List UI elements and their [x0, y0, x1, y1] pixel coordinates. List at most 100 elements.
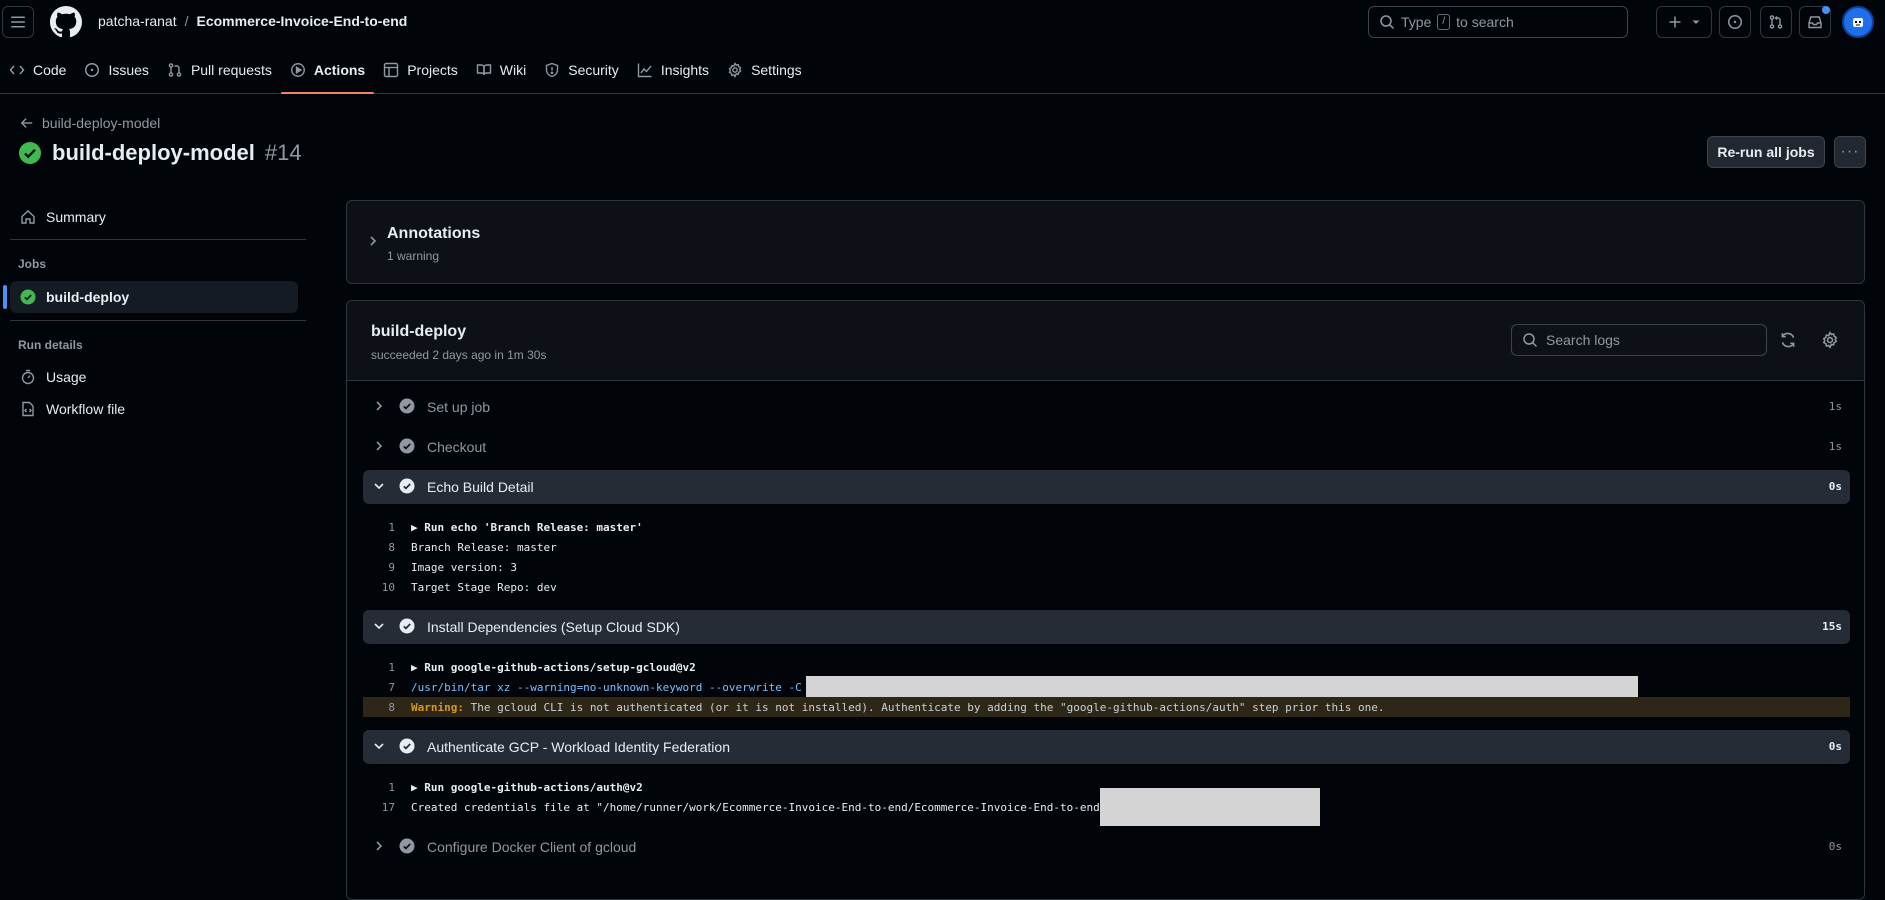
- check-circle-fill-icon: [399, 438, 415, 454]
- step-echo-build-detail[interactable]: Echo Build Detail 0s: [363, 470, 1850, 504]
- line-number: 1: [388, 660, 395, 674]
- warning-label: Warning:: [411, 700, 464, 714]
- sync-icon: [1781, 332, 1795, 348]
- log-text: Image version: 3: [411, 560, 517, 574]
- run-details-heading: Run details: [18, 338, 83, 352]
- plus-icon: [1669, 16, 1681, 28]
- menu-button[interactable]: [2, 6, 34, 38]
- global-header: patcha-ranat / Ecommerce-Invoice-End-to-…: [0, 0, 1885, 94]
- log-line[interactable]: 1 ▶ Run echo 'Branch Release: master': [363, 517, 1850, 537]
- triangle-down-icon: [1692, 20, 1700, 24]
- book-icon: [476, 64, 491, 76]
- step-set-up-job[interactable]: Set up job 1s: [363, 390, 1850, 424]
- code-icon: [9, 65, 25, 75]
- log-text: Branch Release: master: [411, 540, 557, 554]
- sidebar-item-build-deploy[interactable]: build-deploy: [3, 281, 298, 313]
- repo-name-link[interactable]: Ecommerce-Invoice-End-to-end: [197, 13, 408, 29]
- repo-nav: Code Issues Pull requests Actions Projec…: [0, 52, 811, 94]
- tab-pull-requests[interactable]: Pull requests: [158, 52, 281, 88]
- chevron-down-icon: [374, 743, 384, 750]
- log-settings-button[interactable]: [1821, 331, 1839, 349]
- log-text: ▶ Run google-github-actions/setup-gcloud…: [411, 660, 696, 674]
- back-to-workflow-link[interactable]: build-deploy-model: [20, 115, 160, 131]
- create-new-button[interactable]: [1656, 6, 1712, 38]
- annotations-title: Annotations: [387, 225, 481, 242]
- table-icon: [384, 62, 399, 78]
- sidebar-item-usage[interactable]: Usage: [10, 361, 298, 393]
- check-circle-fill-icon: [399, 478, 415, 494]
- refresh-button[interactable]: [1779, 331, 1797, 349]
- log-text: The gcloud CLI is not authenticated (or …: [463, 700, 1385, 714]
- pull-requests-button[interactable]: [1760, 6, 1792, 38]
- step-duration: 15s: [1822, 620, 1842, 633]
- tab-insights[interactable]: Insights: [628, 52, 718, 88]
- annotations-count: 1 warning: [387, 249, 440, 263]
- line-number: 1: [388, 780, 395, 794]
- global-search-input[interactable]: Type / to search: [1368, 6, 1628, 38]
- shield-icon: [546, 62, 559, 78]
- rerun-all-jobs-button[interactable]: Re-run all jobs: [1707, 136, 1825, 168]
- tab-security[interactable]: Security: [535, 52, 628, 88]
- tab-code-label: Code: [33, 62, 67, 78]
- search-icon: [1523, 333, 1538, 348]
- log-line-warning: 8 Warning: The gcloud CLI is not authent…: [363, 697, 1850, 717]
- search-logs-input[interactable]: Search logs: [1511, 324, 1767, 356]
- issue-opened-icon: [1728, 15, 1742, 29]
- github-mark-icon: [50, 6, 82, 38]
- line-number: 7: [388, 680, 395, 694]
- tab-projects[interactable]: Projects: [374, 52, 467, 88]
- user-avatar[interactable]: [1842, 6, 1874, 38]
- tab-issues[interactable]: Issues: [75, 52, 157, 88]
- line-number: 9: [388, 560, 395, 574]
- step-name: Authenticate GCP - Workload Identity Fed…: [427, 739, 730, 755]
- annotations-panel[interactable]: Annotations 1 warning: [346, 200, 1865, 284]
- issues-button[interactable]: [1719, 6, 1751, 38]
- more-options-button[interactable]: ···: [1834, 136, 1866, 168]
- log-line[interactable]: 1 ▶ Run google-github-actions/setup-gclo…: [363, 657, 1850, 677]
- header-top-row: patcha-ranat / Ecommerce-Invoice-End-to-…: [0, 0, 1885, 44]
- log-text: Created credentials file at "/home/runne…: [411, 800, 1100, 814]
- sidebar-item-summary[interactable]: Summary: [10, 201, 298, 233]
- repo-owner-link[interactable]: patcha-ranat: [98, 13, 177, 29]
- tab-wiki-label: Wiki: [499, 62, 527, 78]
- tab-code[interactable]: Code: [0, 52, 75, 88]
- file-code-icon: [22, 401, 34, 417]
- avatar-image-icon: [1853, 18, 1863, 27]
- line-number: 10: [381, 580, 395, 594]
- line-number: 8: [388, 700, 395, 714]
- graph-icon: [637, 63, 652, 78]
- step-authenticate-gcp[interactable]: Authenticate GCP - Workload Identity Fed…: [363, 730, 1850, 764]
- tab-settings-label: Settings: [751, 62, 802, 78]
- log-text: Target Stage Repo: dev: [411, 580, 557, 594]
- jobs-heading: Jobs: [18, 257, 47, 271]
- redacted-block: [1099, 788, 1320, 826]
- step-name: Install Dependencies (Setup Cloud SDK): [427, 619, 680, 635]
- step-duration: 0s: [1828, 740, 1842, 753]
- sidebar-item-workflow-file[interactable]: Workflow file: [10, 393, 298, 425]
- tab-issues-label: Issues: [108, 62, 149, 78]
- step-configure-docker[interactable]: Configure Docker Client of gcloud 0s: [363, 830, 1850, 864]
- tab-insights-label: Insights: [660, 62, 710, 78]
- step-name: Checkout: [427, 439, 487, 455]
- run-name: build-deploy-model: [52, 140, 255, 165]
- notification-indicator: [1822, 6, 1830, 14]
- tab-settings[interactable]: Settings: [718, 52, 811, 88]
- chevron-down-icon: [374, 483, 384, 490]
- step-install-dependencies[interactable]: Install Dependencies (Setup Cloud SDK) 1…: [363, 610, 1850, 644]
- sidebar-divider: [10, 239, 306, 240]
- sidebar-job-label: build-deploy: [46, 289, 130, 305]
- tab-security-label: Security: [568, 62, 619, 78]
- line-number: 8: [388, 540, 395, 554]
- step-checkout[interactable]: Checkout 1s: [363, 430, 1850, 464]
- run-title: build-deploy-model #14: [18, 140, 302, 166]
- pull-request-icon: [168, 63, 182, 77]
- check-circle-fill-icon: [19, 142, 41, 164]
- log-text: ▶ Run google-github-actions/auth@v2: [411, 780, 643, 794]
- hamburger-icon: [11, 16, 25, 28]
- tab-wiki[interactable]: Wiki: [467, 52, 535, 88]
- github-logo[interactable]: [50, 6, 82, 38]
- search-icon: [1380, 15, 1395, 30]
- log-command-text: /usr/bin/tar xz --warning=no-unknown-key…: [411, 680, 802, 694]
- gear-icon: [1822, 331, 1838, 349]
- tab-actions[interactable]: Actions: [280, 52, 375, 94]
